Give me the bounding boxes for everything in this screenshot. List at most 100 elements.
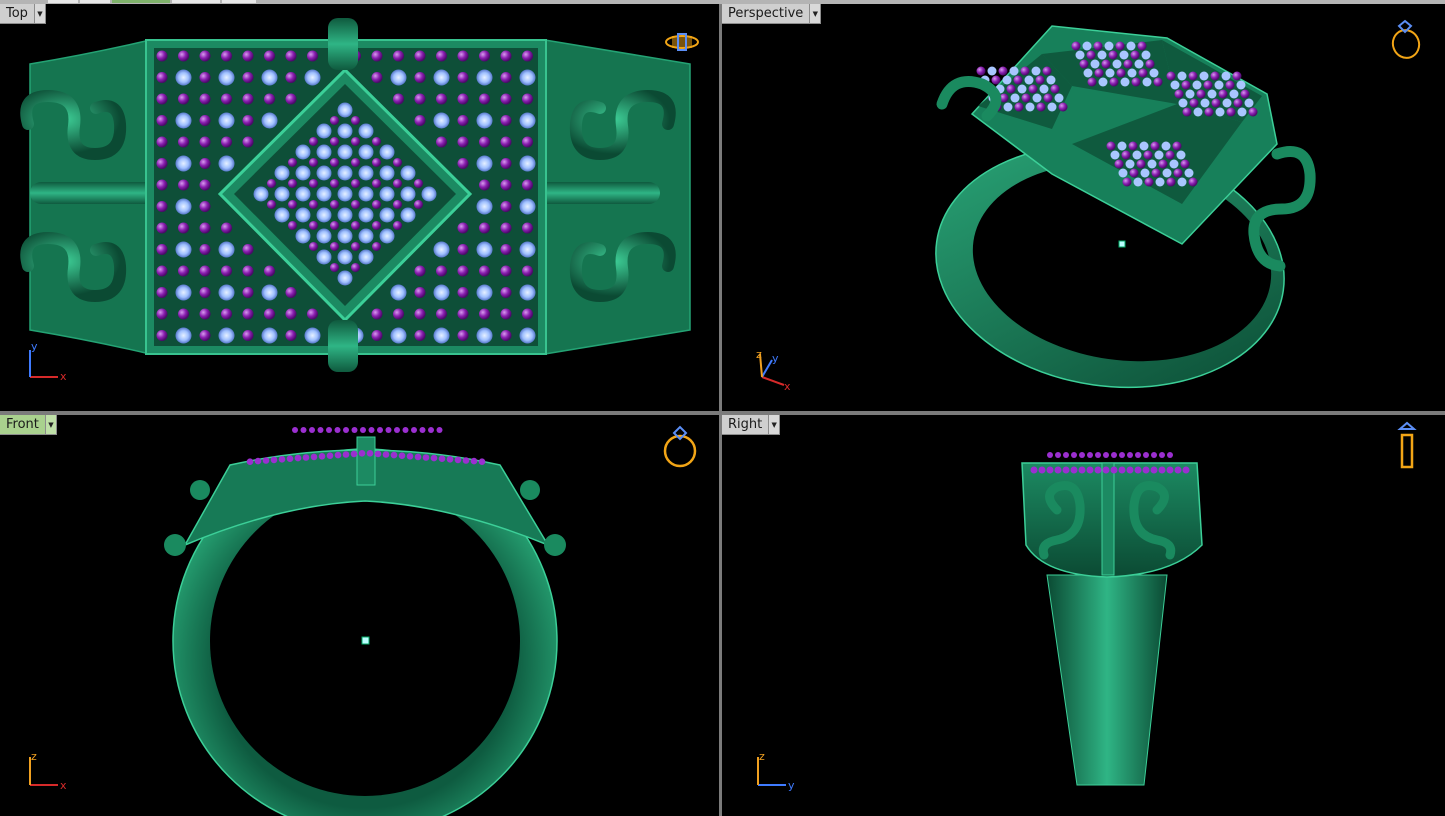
gem-perspective: [1158, 159, 1168, 169]
gem-blue: [358, 228, 374, 244]
viewport-front-label[interactable]: Front ▼: [0, 415, 57, 435]
gem-front: [478, 458, 486, 465]
axis-y-label: y: [772, 352, 779, 365]
gem-perspective: [1132, 150, 1142, 160]
gem-purple: [199, 158, 211, 169]
ring-side-view-icon: [1397, 421, 1417, 469]
gem-front: [390, 451, 398, 459]
gem-purple: [351, 158, 360, 167]
gem-perspective: [1210, 71, 1220, 81]
gem-perspective: [1058, 102, 1068, 112]
gem-front: [326, 452, 334, 459]
gem-blue: [519, 112, 536, 129]
gem-purple: [330, 137, 339, 146]
axis-y-label: y: [31, 340, 38, 353]
viewport-front-dropdown-icon[interactable]: ▼: [45, 415, 57, 435]
viewport-front[interactable]: Front ▼ x z: [0, 415, 719, 816]
gem-purple: [372, 158, 381, 167]
gem-blue: [261, 69, 278, 86]
gem-front: [334, 451, 342, 459]
gem-perspective: [1134, 59, 1144, 69]
gem-perspective: [1237, 107, 1247, 117]
gem-perspective: [1079, 59, 1089, 69]
gem-purple: [500, 287, 512, 298]
gem-right: [1182, 466, 1190, 474]
gem-blue: [476, 69, 493, 86]
gem-perspective: [1177, 71, 1187, 81]
gem-front: [350, 450, 358, 458]
gem-purple: [199, 244, 211, 255]
gem-perspective: [1021, 93, 1031, 103]
viewport-perspective-label[interactable]: Perspective ▼: [722, 4, 822, 24]
gem-purple: [330, 242, 339, 251]
axis-z-label: z: [756, 348, 762, 361]
gem-perspective: [1192, 80, 1202, 90]
gem-blue: [400, 165, 416, 181]
toolbar-tab[interactable]: [222, 0, 256, 3]
gem-front-top: [385, 427, 392, 433]
viewport-top[interactable]: Top ▼ x y: [0, 4, 719, 411]
gem-perspective: [1118, 168, 1128, 178]
gem-front: [246, 458, 254, 465]
gem-purple: [156, 265, 168, 277]
axis-x-label: x: [60, 779, 67, 792]
gem-blue: [337, 165, 353, 181]
viewport-top-label[interactable]: Top ▼: [0, 4, 46, 24]
viewport-right-dropdown-icon[interactable]: ▼: [769, 415, 781, 435]
gem-purple: [309, 137, 318, 146]
gem-front: [462, 457, 470, 464]
gem-purple: [457, 72, 469, 83]
gem-blue: [476, 284, 493, 301]
gem-front: [406, 453, 414, 460]
gem-front: [470, 457, 478, 465]
toolbar-tab[interactable]: [172, 0, 220, 3]
gem-purple: [221, 136, 232, 148]
viewport-perspective-dropdown-icon[interactable]: ▼: [810, 4, 822, 24]
gem-blue: [358, 144, 374, 160]
viewport-right-label[interactable]: Right ▼: [722, 415, 781, 435]
toolbar-tab[interactable]: [48, 0, 78, 3]
gem-purple: [330, 179, 339, 188]
gem-front-top: [292, 427, 298, 433]
viewport-right[interactable]: Right ▼ y z: [722, 415, 1445, 816]
gem-blue: [337, 228, 353, 244]
gem-blue: [253, 186, 269, 202]
gem-purple: [242, 136, 254, 148]
gem-front-top: [326, 427, 332, 433]
gem-purple: [285, 287, 297, 298]
gem-blue: [519, 69, 536, 86]
toolbar-tab-active[interactable]: [112, 0, 170, 3]
gem-purple: [288, 200, 297, 209]
gem-purple: [242, 287, 254, 298]
viewport-perspective[interactable]: Perspective ▼ x y z: [722, 4, 1445, 411]
viewport-right-name[interactable]: Right: [722, 415, 770, 435]
viewport-front-name[interactable]: Front: [0, 415, 46, 435]
viewport-top-dropdown-icon[interactable]: ▼: [34, 4, 46, 24]
viewport-perspective-name[interactable]: Perspective: [722, 4, 811, 24]
gem-perspective: [1129, 168, 1139, 178]
gem-purple: [264, 308, 275, 320]
gem-perspective: [1144, 177, 1154, 187]
gem-purple: [330, 221, 339, 230]
gem-purple: [178, 308, 189, 320]
gem-blue: [379, 207, 395, 223]
gem-perspective: [1204, 107, 1214, 117]
gem-perspective: [1002, 75, 1012, 85]
gem-purple: [479, 136, 490, 148]
gem-purple: [414, 330, 426, 341]
gem-blue: [476, 198, 493, 215]
gem-blue: [274, 186, 290, 202]
gem-blue: [390, 69, 407, 86]
gem-right: [1094, 466, 1102, 474]
gem-blue: [433, 69, 450, 86]
gem-right: [1086, 466, 1094, 474]
viewport-top-name[interactable]: Top: [0, 4, 35, 24]
gem-front: [454, 456, 462, 464]
gem-perspective: [1165, 150, 1175, 160]
gem-purple: [414, 265, 426, 277]
gem-perspective: [1138, 68, 1148, 78]
origin-marker: [1118, 240, 1126, 248]
toolbar-tab[interactable]: [80, 0, 110, 3]
gem-perspective: [1112, 59, 1122, 69]
gem-blue: [358, 207, 374, 223]
